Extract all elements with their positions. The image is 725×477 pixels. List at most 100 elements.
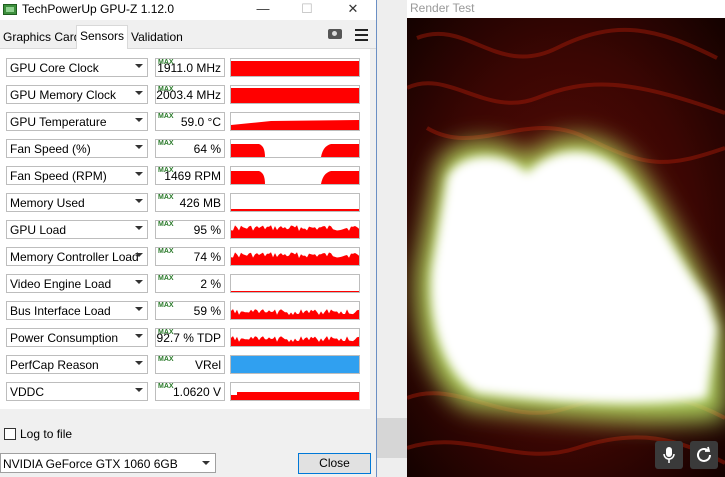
sensor-select[interactable]: GPU Load [6,220,148,239]
sensor-select[interactable]: Video Engine Load [6,274,148,293]
chevron-down-icon [135,172,143,176]
sensor-row: GPU Temperature MAX 59.0 °C [0,109,370,136]
sensor-graph [230,274,360,293]
sensor-row: GPU Load MAX 95 % [0,217,370,244]
sensor-label: GPU Temperature [10,115,107,129]
tab-bar: Graphics Card Sensors Validation [0,25,376,49]
sensor-graph [230,355,360,374]
sensor-value: 426 MB [179,196,221,210]
sensor-value-box: MAX 92.7 % TDP [155,328,225,347]
sensor-graph [230,166,360,185]
sensor-value: 92.7 % TDP [156,331,221,345]
sensor-graph [230,193,360,212]
gpuz-app-icon [3,4,17,15]
close-button[interactable]: Close [298,453,371,474]
refresh-icon [697,446,711,462]
sensor-value: 1469 RPM [164,169,221,183]
max-tag: MAX [158,302,174,309]
render-window-title: Render Test [410,1,475,15]
sensor-select[interactable]: GPU Temperature [6,112,148,131]
desktop-strip [377,418,407,458]
chevron-down-icon [135,388,143,392]
chevron-down-icon [135,361,143,365]
max-tag: MAX [158,113,174,120]
sensor-graph [230,220,360,239]
sensor-row: Video Engine Load MAX 2 % [0,271,370,298]
sensor-label: PerfCap Reason [10,358,99,372]
gpu-select-dropdown[interactable]: NVIDIA GeForce GTX 1060 6GB [0,453,216,473]
log-to-file-checkbox[interactable] [4,428,16,440]
sensor-label: VDDC [10,385,45,399]
sensor-select[interactable]: VDDC [6,382,148,401]
render-title-bar[interactable]: Render Test [407,0,725,18]
sensor-label: Bus Interface Load [10,304,111,318]
sensor-value: 2003.4 MHz [156,88,221,102]
title-bar[interactable]: TechPowerUp GPU-Z 1.12.0 — ☐ ✕ [0,0,376,20]
sensor-graph [230,85,360,104]
chevron-down-icon [135,307,143,311]
chevron-down-icon [135,334,143,338]
tab-sensors[interactable]: Sensors [76,25,129,49]
render-scene [407,18,725,477]
sensor-select[interactable]: PerfCap Reason [6,355,148,374]
sensor-row: Memory Controller Load MAX 74 % [0,244,370,271]
window-title: TechPowerUp GPU-Z 1.12.0 [22,2,175,16]
chevron-down-icon [135,253,143,257]
sensor-graph [230,112,360,131]
sensor-value: 1911.0 MHz [157,61,221,75]
sensor-graph [230,139,360,158]
sensor-row: Power Consumption MAX 92.7 % TDP [0,325,370,352]
chevron-down-icon [135,91,143,95]
sensor-row: VDDC MAX 1.0620 V [0,379,370,406]
sensor-value: VRel [194,358,221,372]
sensor-select[interactable]: Bus Interface Load [6,301,148,320]
sensor-select[interactable]: Fan Speed (%) [6,139,148,158]
chevron-down-icon [135,118,143,122]
sensors-panel: GPU Core Clock MAX 1911.0 MHz GPU Memory… [0,49,370,409]
gpu-select-value: NVIDIA GeForce GTX 1060 6GB [3,457,178,471]
sensor-row: Fan Speed (RPM) MAX 1469 RPM [0,163,370,190]
sensor-label: Memory Used [10,196,85,210]
sensor-value-box: MAX 59 % [155,301,225,320]
sensor-row: Memory Used MAX 426 MB [0,190,370,217]
camera-icon[interactable] [328,29,342,39]
sensor-row: Fan Speed (%) MAX 64 % [0,136,370,163]
sensor-select[interactable]: Memory Controller Load [6,247,148,266]
max-tag: MAX [158,140,174,147]
sensor-value-box: MAX 2 % [155,274,225,293]
desktop-background [377,0,407,477]
sensor-select[interactable]: Fan Speed (RPM) [6,166,148,185]
sensor-select[interactable]: GPU Memory Clock [6,85,148,104]
sensor-value-box: MAX 1911.0 MHz [155,58,225,77]
hamburger-menu-icon[interactable] [355,29,368,41]
sensor-value: 74 % [193,250,221,264]
render-test-window: Render Test [407,0,725,477]
sensor-row: GPU Memory Clock MAX 2003.4 MHz [0,82,370,109]
sensor-label: Power Consumption [10,331,119,345]
maximize-button[interactable]: ☐ [284,0,330,20]
sensor-select[interactable]: GPU Core Clock [6,58,148,77]
sensor-select[interactable]: Memory Used [6,193,148,212]
microphone-button[interactable] [655,441,683,469]
gpuz-window: TechPowerUp GPU-Z 1.12.0 — ☐ ✕ Graphics … [0,0,377,477]
chevron-down-icon [135,145,143,149]
sensor-graph [230,247,360,266]
sensor-value-box: MAX 59.0 °C [155,112,225,131]
rotate-button[interactable] [690,441,718,469]
close-window-button[interactable]: ✕ [330,0,376,20]
sensor-select[interactable]: Power Consumption [6,328,148,347]
minimize-button[interactable]: — [240,0,286,20]
microphone-icon [663,447,675,463]
sensor-value-box: MAX 1469 RPM [155,166,225,185]
max-tag: MAX [158,356,174,363]
tab-validation[interactable]: Validation [128,27,186,47]
tab-graphics-card[interactable]: Graphics Card [0,27,83,47]
chevron-down-icon [202,461,210,465]
sensor-label: Memory Controller Load [10,250,139,264]
sensor-value-box: MAX VRel [155,355,225,374]
max-tag: MAX [158,221,174,228]
sensor-value: 1.0620 V [172,385,221,399]
sensor-label: GPU Memory Clock [10,88,117,102]
max-tag: MAX [158,275,174,282]
sensor-label: Fan Speed (RPM) [10,169,107,183]
